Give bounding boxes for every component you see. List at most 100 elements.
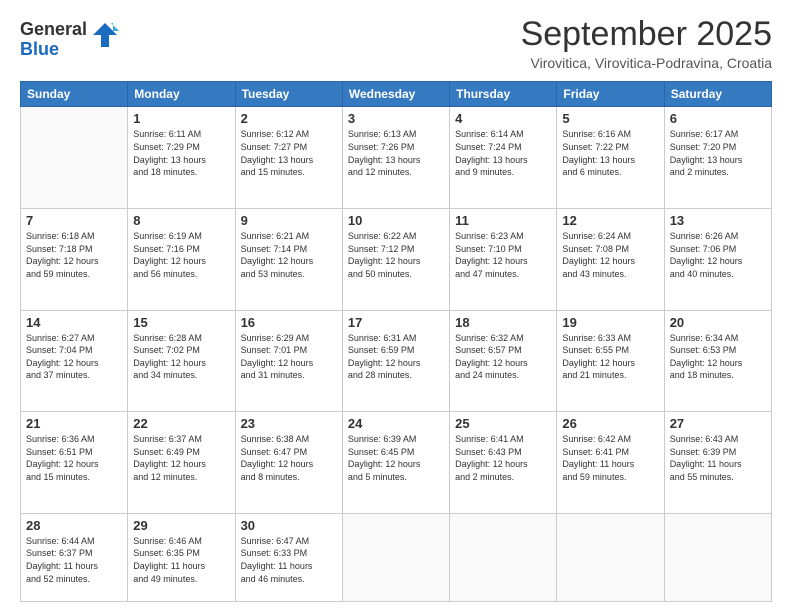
day-info: Sunrise: 6:32 AM Sunset: 6:57 PM Dayligh… [455,332,551,382]
table-row: 15 Sunrise: 6:28 AM Sunset: 7:02 PM Dayli… [128,310,235,412]
header-tuesday: Tuesday [235,82,342,107]
day-info: Sunrise: 6:43 AM Sunset: 6:39 PM Dayligh… [670,433,766,483]
day-info: Sunrise: 6:46 AM Sunset: 6:35 PM Dayligh… [133,535,229,585]
day-info: Sunrise: 6:19 AM Sunset: 7:16 PM Dayligh… [133,230,229,280]
header-friday: Friday [557,82,664,107]
day-info: Sunrise: 6:47 AM Sunset: 6:33 PM Dayligh… [241,535,337,585]
calendar-week-row: 21Sunrise: 6:36 AM Sunset: 6:51 PM Dayli… [21,412,772,514]
day-number: 30 [241,518,337,533]
table-row: 20Sunrise: 6:34 AM Sunset: 6:53 PM Dayli… [664,310,771,412]
table-row: 1 Sunrise: 6:11 AM Sunset: 7:29 PM Daylig… [128,107,235,209]
day-number: 6 [670,111,766,126]
calendar-table: Sunday Monday Tuesday Wednesday Thursday… [20,81,772,602]
header-monday: Monday [128,82,235,107]
day-number: 2 [241,111,337,126]
table-row: 8 Sunrise: 6:19 AM Sunset: 7:16 PM Daylig… [128,208,235,310]
logo-blue: Blue [20,40,87,60]
day-number: 3 [348,111,444,126]
table-row: 17 Sunrise: 6:31 AM Sunset: 6:59 PM Dayli… [342,310,449,412]
day-info: Sunrise: 6:27 AM Sunset: 7:04 PM Dayligh… [26,332,122,382]
day-info: Sunrise: 6:39 AM Sunset: 6:45 PM Dayligh… [348,433,444,483]
day-number: 17 [348,315,444,330]
table-row: 28Sunrise: 6:44 AM Sunset: 6:37 PM Dayli… [21,513,128,601]
table-row: 13Sunrise: 6:26 AM Sunset: 7:06 PM Dayli… [664,208,771,310]
table-row [664,513,771,601]
table-row: 14 Sunrise: 6:27 AM Sunset: 7:04 PM Dayli… [21,310,128,412]
day-number: 8 [133,213,229,228]
logo-general: General [20,20,87,40]
day-number: 18 [455,315,551,330]
table-row: 4Sunrise: 6:14 AM Sunset: 7:24 PM Daylig… [450,107,557,209]
day-number: 22 [133,416,229,431]
table-row: 3 Sunrise: 6:13 AM Sunset: 7:26 PM Daylig… [342,107,449,209]
day-number: 4 [455,111,551,126]
table-row: 10Sunrise: 6:22 AM Sunset: 7:12 PM Dayli… [342,208,449,310]
title-block: September 2025 Virovitica, Virovitica-Po… [521,16,772,71]
day-number: 29 [133,518,229,533]
day-number: 25 [455,416,551,431]
day-number: 24 [348,416,444,431]
day-number: 1 [133,111,229,126]
table-row: 18 Sunrise: 6:32 AM Sunset: 6:57 PM Dayli… [450,310,557,412]
day-number: 28 [26,518,122,533]
calendar-week-row: 28Sunrise: 6:44 AM Sunset: 6:37 PM Dayli… [21,513,772,601]
day-info: Sunrise: 6:34 AM Sunset: 6:53 PM Dayligh… [670,332,766,382]
calendar-week-row: 14 Sunrise: 6:27 AM Sunset: 7:04 PM Dayli… [21,310,772,412]
table-row [557,513,664,601]
table-row: 27 Sunrise: 6:43 AM Sunset: 6:39 PM Dayli… [664,412,771,514]
day-number: 10 [348,213,444,228]
day-number: 23 [241,416,337,431]
day-info: Sunrise: 6:42 AM Sunset: 6:41 PM Dayligh… [562,433,658,483]
day-number: 15 [133,315,229,330]
calendar-week-row: 7 Sunrise: 6:18 AM Sunset: 7:18 PM Daylig… [21,208,772,310]
day-info: Sunrise: 6:36 AM Sunset: 6:51 PM Dayligh… [26,433,122,483]
table-row: 16Sunrise: 6:29 AM Sunset: 7:01 PM Dayli… [235,310,342,412]
day-info: Sunrise: 6:13 AM Sunset: 7:26 PM Dayligh… [348,128,444,178]
day-info: Sunrise: 6:24 AM Sunset: 7:08 PM Dayligh… [562,230,658,280]
table-row: 21Sunrise: 6:36 AM Sunset: 6:51 PM Dayli… [21,412,128,514]
table-row: 26 Sunrise: 6:42 AM Sunset: 6:41 PM Dayli… [557,412,664,514]
header-saturday: Saturday [664,82,771,107]
table-row [21,107,128,209]
header-wednesday: Wednesday [342,82,449,107]
header-sunday: Sunday [21,82,128,107]
table-row: 9 Sunrise: 6:21 AM Sunset: 7:14 PM Daylig… [235,208,342,310]
day-info: Sunrise: 6:17 AM Sunset: 7:20 PM Dayligh… [670,128,766,178]
table-row: 29 Sunrise: 6:46 AM Sunset: 6:35 PM Dayli… [128,513,235,601]
month-title: September 2025 [521,16,772,53]
day-info: Sunrise: 6:31 AM Sunset: 6:59 PM Dayligh… [348,332,444,382]
day-info: Sunrise: 6:18 AM Sunset: 7:18 PM Dayligh… [26,230,122,280]
calendar-header-row: Sunday Monday Tuesday Wednesday Thursday… [21,82,772,107]
day-info: Sunrise: 6:21 AM Sunset: 7:14 PM Dayligh… [241,230,337,280]
day-number: 27 [670,416,766,431]
table-row [450,513,557,601]
day-info: Sunrise: 6:41 AM Sunset: 6:43 PM Dayligh… [455,433,551,483]
logo: General Blue [20,20,119,60]
table-row: 22 Sunrise: 6:37 AM Sunset: 6:49 PM Dayli… [128,412,235,514]
day-info: Sunrise: 6:28 AM Sunset: 7:02 PM Dayligh… [133,332,229,382]
day-number: 19 [562,315,658,330]
day-number: 13 [670,213,766,228]
page: General Blue September 2025 Virovitica, … [0,0,792,612]
logo-icon [91,21,119,49]
logo-text: General Blue [20,20,87,60]
day-number: 26 [562,416,658,431]
header: General Blue September 2025 Virovitica, … [20,16,772,71]
table-row [342,513,449,601]
day-info: Sunrise: 6:37 AM Sunset: 6:49 PM Dayligh… [133,433,229,483]
day-number: 12 [562,213,658,228]
day-number: 14 [26,315,122,330]
day-number: 9 [241,213,337,228]
day-info: Sunrise: 6:38 AM Sunset: 6:47 PM Dayligh… [241,433,337,483]
table-row: 2 Sunrise: 6:12 AM Sunset: 7:27 PM Daylig… [235,107,342,209]
table-row: 7 Sunrise: 6:18 AM Sunset: 7:18 PM Daylig… [21,208,128,310]
day-info: Sunrise: 6:33 AM Sunset: 6:55 PM Dayligh… [562,332,658,382]
table-row: 24 Sunrise: 6:39 AM Sunset: 6:45 PM Dayli… [342,412,449,514]
table-row: 6 Sunrise: 6:17 AM Sunset: 7:20 PM Daylig… [664,107,771,209]
table-row: 11Sunrise: 6:23 AM Sunset: 7:10 PM Dayli… [450,208,557,310]
header-thursday: Thursday [450,82,557,107]
day-info: Sunrise: 6:11 AM Sunset: 7:29 PM Dayligh… [133,128,229,178]
day-number: 7 [26,213,122,228]
day-info: Sunrise: 6:23 AM Sunset: 7:10 PM Dayligh… [455,230,551,280]
day-info: Sunrise: 6:12 AM Sunset: 7:27 PM Dayligh… [241,128,337,178]
